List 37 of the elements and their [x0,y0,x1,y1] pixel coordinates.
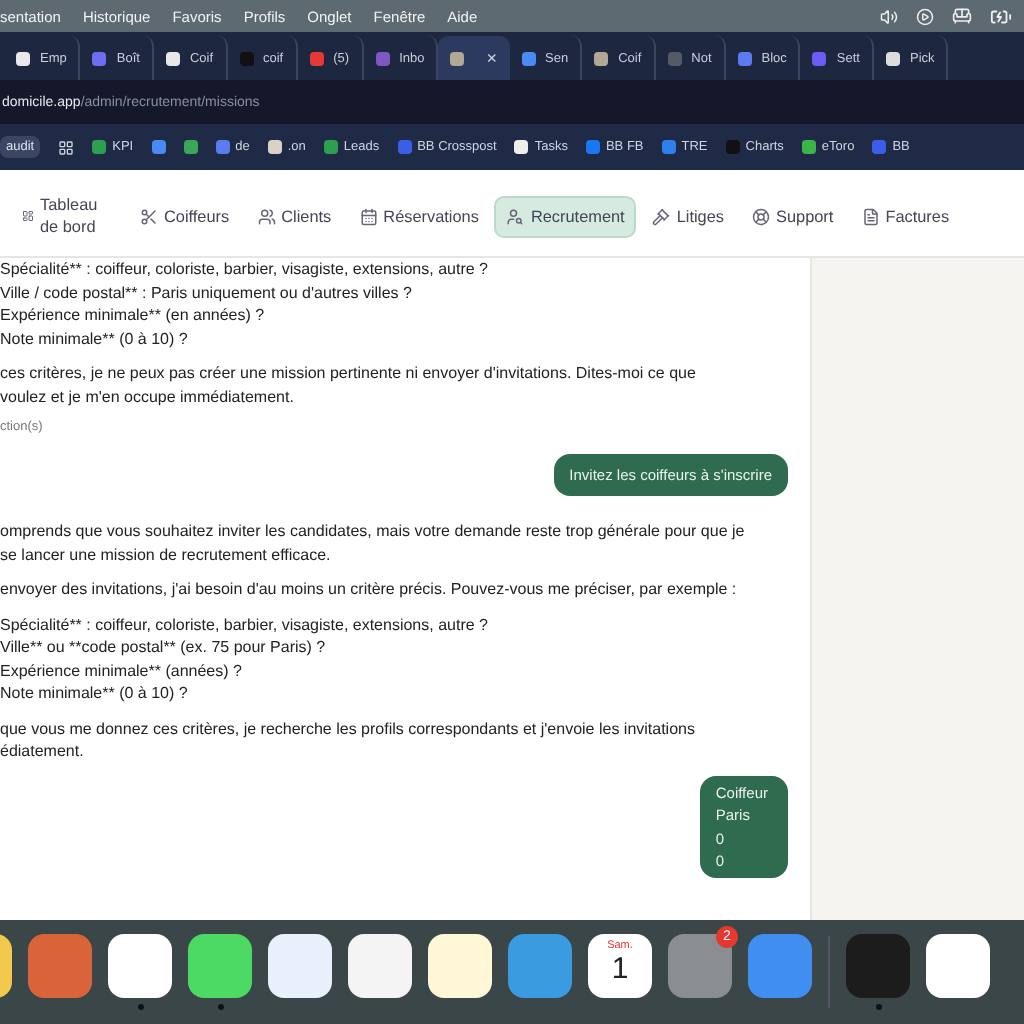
nav-tab[interactable]: Litiges [640,195,736,237]
nav-tab[interactable]: Coiffeurs [128,195,242,237]
app-icon[interactable] [926,934,990,998]
calendar-icon [359,207,378,225]
app-icon[interactable] [268,934,332,998]
grid-icon[interactable] [58,139,75,155]
gavel-icon [652,207,671,225]
play-icon[interactable] [916,7,934,25]
assistant-message: Spécialité** : coiffeur, coloriste, barbier, visagiste, extensions, autre ? Ville / code postal** : Paris uniquement ou d'autres villes ? Expérience minimale** (en années) ? Note minimale** (0 à 10) ? [0,258,490,350]
nav-tab[interactable]: Recrutement [494,195,637,237]
document-icon [861,207,880,225]
assistant-message: ces critères, je ne peux pas créer une mission pertinente ni envoyer d'invitations. Dites-moi ce que voulez et je m'en occupe immédiatement. [0,362,698,408]
app-icon[interactable] [108,934,172,998]
dashboard-icon [22,210,34,222]
bookmark-icon[interactable] [183,140,198,154]
nav-tab[interactable]: Tableau de bord [10,182,124,250]
nav-tab[interactable]: Clients [245,195,344,237]
nav-tab[interactable]: Support [740,195,846,237]
close-tab-button[interactable]: × [486,48,497,68]
scissors-icon [140,207,158,225]
assistant-message: que vous me donnez ces critères, je recherche les profils correspondants et j'envoie les invitations édiatement. [0,717,697,763]
nav-tab[interactable]: Factures [849,195,962,237]
assistant-message: Spécialité** : coiffeur, coloriste, barbier, visagiste, extensions, autre ? Ville** ou **code postal** (ex. 75 pour Paris) ? Expérience minimale** (années) ? Note minimale** (0 à 10) ? [0,613,490,705]
volume-icon[interactable] [880,7,898,25]
app-icon[interactable] [428,934,492,998]
users-icon [257,207,276,225]
user-search-icon [506,207,525,225]
lifebuoy-icon [752,207,770,225]
nav-tab[interactable]: Réservations [347,195,491,237]
assistant-message: envoyer des invitations, j'ai besoin d'au moins un critère précis. Pouvez-vous me préciser, par exemple : [0,578,739,601]
app-icon[interactable] [348,934,412,998]
battery-icon[interactable] [990,5,1012,27]
bookmark-icon[interactable] [151,140,166,154]
browser-tab[interactable]: × [438,36,509,80]
app-icon[interactable] [188,934,252,998]
sofa-icon[interactable] [952,6,972,26]
assistant-message: omprends que vous souhaitez inviter les candidates, mais votre demande reste trop générale pour que je se lancer une mission de recrutement efficace. [0,520,747,566]
